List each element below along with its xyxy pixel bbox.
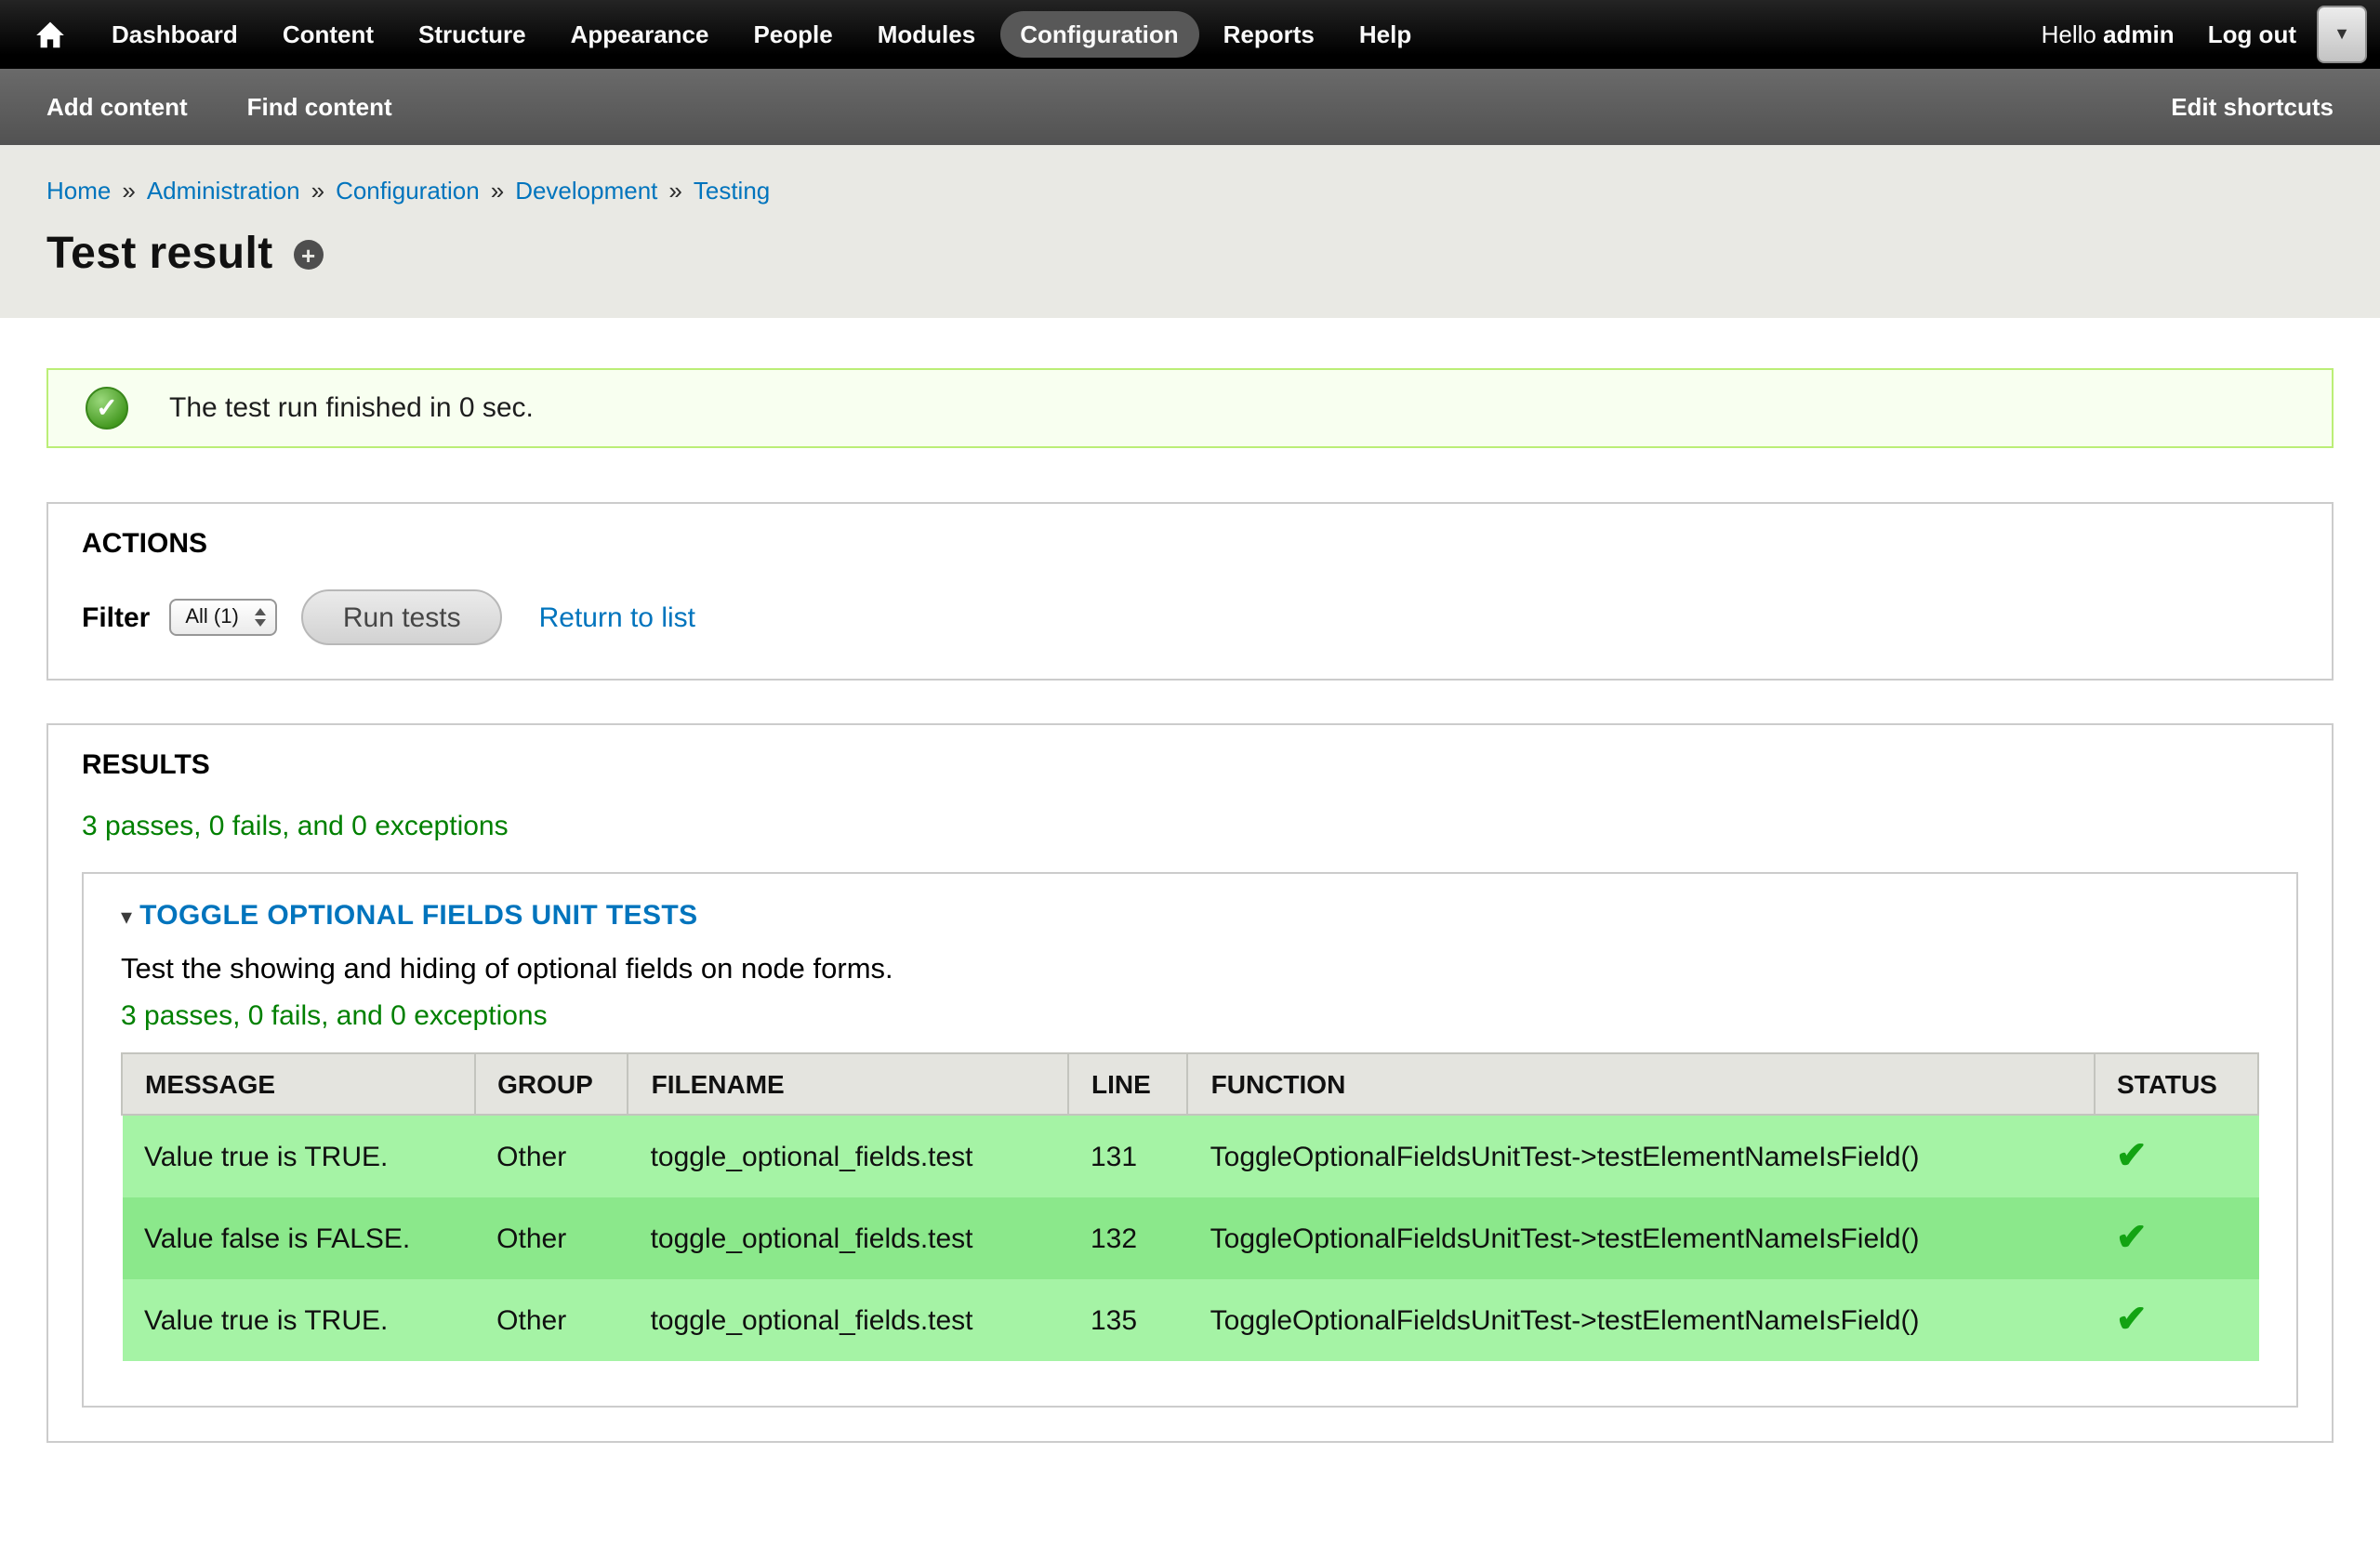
actions-legend: ACTIONS: [82, 528, 207, 560]
breadcrumb-administration[interactable]: Administration: [147, 177, 300, 205]
toolbar-toggle-button[interactable]: ▼: [2317, 6, 2367, 63]
toolbar-item-reports[interactable]: Reports: [1203, 11, 1335, 58]
breadcrumb-separator: »: [122, 177, 135, 205]
status-ok-icon: ✓: [86, 387, 128, 430]
status-message-text: The test run finished in 0 sec.: [169, 392, 534, 424]
test-group-fieldset: ▾ TOGGLE OPTIONAL FIELDS UNIT TESTS Test…: [82, 872, 2298, 1408]
shortcut-add-content[interactable]: Add content: [46, 93, 188, 121]
breadcrumb: Home » Administration » Configuration » Develo…: [46, 177, 2334, 205]
toolbar-user-area: Hello admin Log out: [2042, 20, 2296, 48]
page-title-row: Test result +: [46, 229, 2334, 281]
username: admin: [2103, 20, 2175, 48]
toolbar-item-help[interactable]: Help: [1339, 11, 1432, 58]
header-status: STATUS: [2094, 1053, 2258, 1115]
toolbar-item-modules[interactable]: Modules: [857, 11, 996, 58]
cell-filename: toggle_optional_fields.test: [628, 1197, 1068, 1279]
table-row: Value true is TRUE. Other toggle_optiona…: [122, 1115, 2258, 1197]
logout-link[interactable]: Log out: [2208, 20, 2296, 48]
cell-message: Value true is TRUE.: [122, 1279, 474, 1361]
breadcrumb-separator: »: [311, 177, 324, 205]
test-group-summary: 3 passes, 0 fails, and 0 exceptions: [121, 1000, 2259, 1032]
drupal-admin-page: Dashboard Content Structure Appearance P…: [0, 0, 2380, 1487]
results-fieldset: RESULTS 3 passes, 0 fails, and 0 excepti…: [46, 723, 2334, 1443]
pass-check-icon: ✔: [2116, 1136, 2148, 1177]
page-title: Test result: [46, 229, 273, 281]
test-group-title-row: ▾ TOGGLE OPTIONAL FIELDS UNIT TESTS: [121, 900, 2259, 932]
cell-filename: toggle_optional_fields.test: [628, 1279, 1068, 1361]
filter-label: Filter: [82, 602, 150, 633]
user-greeting: Hello admin: [2042, 20, 2175, 48]
header-message: MESSAGE: [122, 1053, 474, 1115]
breadcrumb-separator: »: [668, 177, 681, 205]
actions-fieldset: ACTIONS Filter All (1) Run tests Return …: [46, 502, 2334, 681]
toolbar-item-appearance[interactable]: Appearance: [550, 11, 730, 58]
chevron-down-icon: ▼: [2334, 26, 2350, 43]
breadcrumb-home[interactable]: Home: [46, 177, 111, 205]
cell-line: 132: [1068, 1197, 1188, 1279]
results-summary: 3 passes, 0 fails, and 0 exceptions: [82, 811, 2298, 842]
toolbar-item-structure[interactable]: Structure: [398, 11, 547, 58]
run-tests-button[interactable]: Run tests: [302, 589, 502, 645]
header-filename: FILENAME: [628, 1053, 1068, 1115]
select-arrows-icon: [256, 608, 267, 627]
cell-line: 135: [1068, 1279, 1188, 1361]
breadcrumb-development[interactable]: Development: [515, 177, 657, 205]
collapse-arrow-icon: ▾: [121, 903, 132, 929]
test-group-title-link[interactable]: TOGGLE OPTIONAL FIELDS UNIT TESTS: [139, 900, 697, 932]
cell-group: Other: [474, 1115, 628, 1197]
toolbar-item-configuration[interactable]: Configuration: [999, 11, 1198, 58]
cell-function: ToggleOptionalFieldsUnitTest->testElemen…: [1188, 1197, 2094, 1279]
cell-status: ✔: [2094, 1279, 2258, 1361]
table-row: Value false is FALSE. Other toggle_optio…: [122, 1197, 2258, 1279]
main-content: ✓ The test run finished in 0 sec. ACTION…: [0, 318, 2380, 1560]
results-legend: RESULTS: [82, 749, 210, 781]
table-header-row: MESSAGE GROUP FILENAME LINE FUNCTION STA…: [122, 1053, 2258, 1115]
table-row: Value true is TRUE. Other toggle_optiona…: [122, 1279, 2258, 1361]
edit-shortcuts-link[interactable]: Edit shortcuts: [2171, 93, 2334, 121]
pass-check-icon: ✔: [2116, 1300, 2148, 1341]
toolbar-item-dashboard[interactable]: Dashboard: [91, 11, 258, 58]
cell-group: Other: [474, 1279, 628, 1361]
breadcrumb-separator: »: [491, 177, 504, 205]
cell-status: ✔: [2094, 1115, 2258, 1197]
cell-function: ToggleOptionalFieldsUnitTest->testElemen…: [1188, 1115, 2094, 1197]
breadcrumb-testing[interactable]: Testing: [694, 177, 770, 205]
breadcrumb-configuration[interactable]: Configuration: [336, 177, 480, 205]
test-group-description: Test the showing and hiding of optional …: [121, 954, 2259, 987]
header-function: FUNCTION: [1188, 1053, 2094, 1115]
cell-group: Other: [474, 1197, 628, 1279]
return-to-list-link[interactable]: Return to list: [539, 602, 695, 633]
test-results-table: MESSAGE GROUP FILENAME LINE FUNCTION STA…: [121, 1052, 2259, 1361]
filter-select[interactable]: All (1): [168, 599, 277, 636]
cell-message: Value false is FALSE.: [122, 1197, 474, 1279]
toolbar-item-people[interactable]: People: [733, 11, 853, 58]
cell-line: 131: [1068, 1115, 1188, 1197]
add-shortcut-icon[interactable]: +: [294, 240, 324, 270]
header-group: GROUP: [474, 1053, 628, 1115]
cell-message: Value true is TRUE.: [122, 1115, 474, 1197]
admin-toolbar: Dashboard Content Structure Appearance P…: [0, 0, 2380, 69]
shortcut-find-content[interactable]: Find content: [247, 93, 392, 121]
page-header: Home » Administration » Configuration » Develo…: [0, 145, 2380, 318]
toolbar-item-content[interactable]: Content: [262, 11, 394, 58]
shortcuts-bar: Add content Find content Edit shortcuts: [0, 69, 2380, 145]
status-message: ✓ The test run finished in 0 sec.: [46, 368, 2334, 448]
cell-filename: toggle_optional_fields.test: [628, 1115, 1068, 1197]
cell-function: ToggleOptionalFieldsUnitTest->testElemen…: [1188, 1279, 2094, 1361]
home-icon[interactable]: [26, 10, 74, 59]
pass-check-icon: ✔: [2116, 1218, 2148, 1259]
filter-select-value: All (1): [185, 606, 238, 628]
cell-status: ✔: [2094, 1197, 2258, 1279]
header-line: LINE: [1068, 1053, 1188, 1115]
filter-row: Filter All (1) Run tests Return to list: [82, 589, 2298, 645]
